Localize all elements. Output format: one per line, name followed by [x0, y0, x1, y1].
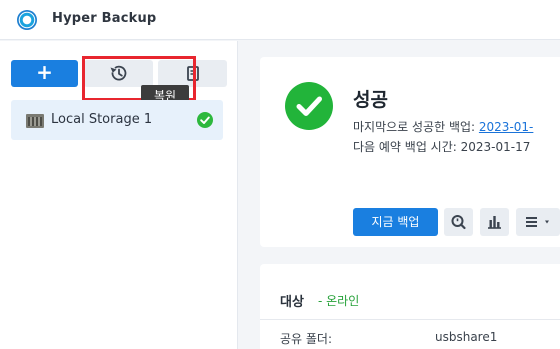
last-backup-link[interactable]: 2023-01- [479, 120, 533, 134]
task-label: Local Storage 1 [51, 112, 153, 127]
divider [260, 319, 560, 320]
task-item-local-storage[interactable]: Local Storage 1 [11, 100, 223, 140]
menu-icon [526, 217, 549, 227]
statistics-button[interactable] [480, 208, 509, 236]
title-bar: Hyper Backup [0, 0, 560, 40]
shared-folder-label: 공유 폴더: [280, 332, 333, 346]
target-title: 대상 [280, 295, 304, 310]
next-backup-value: 2023-01-17 [460, 140, 531, 154]
target-card: 대상 - 온라인 공유 폴더: usbshare1 [260, 264, 560, 349]
success-check-icon [197, 112, 213, 128]
hyper-backup-logo-icon [17, 10, 37, 30]
status-card: 성공 마지막으로 성공한 백업: 2023-01- 다음 예약 백업 시간: 2… [260, 57, 560, 247]
last-backup-label: 마지막으로 성공한 백업: [353, 120, 476, 134]
status-title: 성공 [353, 89, 388, 111]
more-menu-button[interactable] [516, 208, 560, 236]
plus-icon: + [36, 60, 53, 84]
target-status: - 온라인 [318, 294, 360, 308]
next-backup-label: 다음 예약 백업 시간: [353, 140, 457, 154]
search-icon [451, 215, 466, 230]
next-backup-row: 다음 예약 백업 시간: 2023-01-17 [353, 138, 530, 155]
bar-chart-icon [488, 216, 501, 229]
success-check-icon [285, 82, 333, 130]
add-task-button[interactable]: + [11, 60, 78, 87]
shared-folder-value: usbshare1 [435, 330, 498, 344]
app-title: Hyper Backup [52, 11, 157, 26]
backup-now-button[interactable]: 지금 백업 [353, 208, 438, 236]
storage-icon [26, 114, 44, 128]
last-backup-row: 마지막으로 성공한 백업: 2023-01- [353, 118, 533, 135]
integrity-check-button[interactable] [444, 208, 473, 236]
